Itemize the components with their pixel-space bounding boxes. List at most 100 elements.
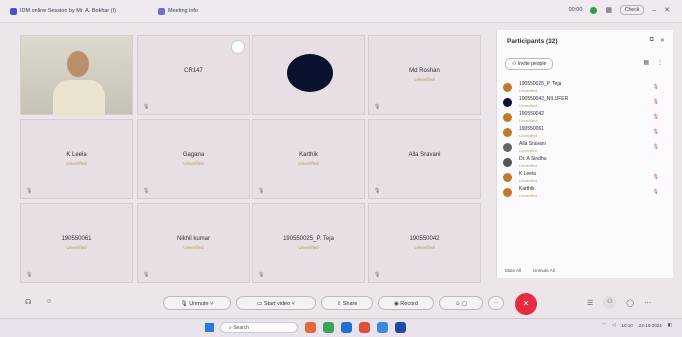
mute-all-button[interactable]: Mute All	[505, 268, 521, 273]
webex-icon	[10, 7, 17, 15]
participant-row[interactable]: 190550042_NILUFER Unverified 🎙	[503, 95, 669, 110]
mic-muted-icon: 🎙	[26, 188, 33, 194]
participant-row[interactable]: K Leela Unverified 🎙	[503, 170, 669, 185]
meeting-tab[interactable]: IDM online Session by Mr. A. Bokhar (I)	[10, 6, 116, 16]
video-tile[interactable]: 190550025_P. Teja Unverified 🎙	[252, 203, 365, 283]
invite-label: Invite people	[517, 61, 547, 67]
clock-date[interactable]: 23-10-2024	[639, 323, 662, 328]
panel-header-icons: ⧉ ✕	[650, 37, 665, 44]
video-tile-host[interactable]	[20, 35, 133, 116]
minimize-button[interactable]: –	[652, 7, 656, 14]
video-tile[interactable]: Karthik Unverified 🎙	[252, 119, 365, 199]
popout-icon[interactable]: ⧉	[650, 37, 654, 44]
mic-muted-icon: 🎙	[258, 188, 265, 194]
video-tile[interactable]	[252, 35, 365, 115]
mic-muted-icon: 🎙	[652, 99, 659, 105]
video-tile[interactable]: Gagana Unverified 🎙	[137, 119, 250, 199]
close-panel-icon[interactable]: ✕	[660, 37, 665, 44]
more-options-button[interactable]: ⋯	[488, 296, 504, 310]
toolbar-left: ☊ ☺	[25, 298, 52, 306]
app-icon[interactable]	[377, 322, 388, 333]
apps-icon: ☺ ▢	[454, 301, 468, 307]
record-button[interactable]: ◉ Record	[378, 296, 434, 310]
video-grid: CR147 🎙 Md Roshan Unverified 🎙 K Leela U…	[20, 35, 482, 286]
taskbar-search[interactable]: ⌕ Search	[220, 322, 298, 333]
app-icon[interactable]	[359, 322, 370, 333]
panel-footer: Mute All Unmute All	[505, 268, 555, 273]
mic-muted-icon: 🎙	[143, 104, 150, 110]
toggle-icon[interactable]	[231, 40, 245, 54]
notification-icon[interactable]: ◧	[668, 322, 672, 328]
mic-muted-icon: 🎙	[143, 188, 150, 194]
video-icon: ▭	[257, 301, 264, 307]
meeting-info-tab[interactable]: Meeting info	[158, 6, 198, 16]
layout-icon[interactable]: ▦	[605, 6, 612, 14]
avatar	[503, 158, 512, 167]
layout-pill[interactable]: Check	[620, 5, 645, 15]
chat-bubble-icon[interactable]: ◯	[626, 299, 634, 307]
clock-time[interactable]: 10:10	[621, 323, 632, 328]
share-label: Share	[342, 301, 358, 307]
chat-icon[interactable]: ☰	[587, 299, 593, 307]
tile-name: CR147	[184, 68, 203, 74]
participants-title: Participants (32)	[507, 38, 558, 45]
grid-icon[interactable]: ▦	[643, 59, 649, 66]
mic-muted-icon: 🎙	[374, 188, 381, 194]
video-tile[interactable]: 190550042 Unverified 🎙	[368, 203, 481, 283]
avatar	[503, 188, 512, 197]
app-icon[interactable]	[305, 322, 316, 333]
participant-row[interactable]: 190550025_P. Teja Unverified 🎙	[503, 80, 669, 95]
audio-connection-icon[interactable]: ☊	[25, 298, 31, 306]
volume-icon[interactable]: ◁	[612, 322, 615, 328]
video-tile[interactable]: CR147 🎙	[137, 35, 250, 115]
info-icon	[158, 7, 165, 15]
start-video-button[interactable]: ▭ Start video ˅	[236, 296, 316, 310]
more-icon: ⋯	[493, 301, 499, 307]
participant-row[interactable]: Alla Sravani Unverified 🎙	[503, 140, 669, 155]
meeting-tab-label: IDM online Session by Mr. A. Bokhar (I)	[20, 8, 116, 14]
wifi-icon[interactable]: ◠	[602, 322, 606, 328]
video-tile[interactable]: K Leela Unverified 🎙	[20, 119, 133, 199]
participant-row[interactable]: Dr. A Sindhu Unverified	[503, 155, 669, 170]
mic-muted-icon: 🎙	[652, 84, 659, 90]
tile-status: Unverified	[183, 245, 204, 250]
invite-people-button[interactable]: ⚇ Invite people	[505, 58, 554, 70]
mic-muted-icon: 🎙	[258, 272, 265, 278]
record-label: Record	[400, 301, 419, 307]
unmute-button[interactable]: 🎙 Unmute ˅	[163, 296, 231, 310]
participant-row[interactable]: 190550061 Unverified 🎙	[503, 125, 669, 140]
video-tile[interactable]: Nikhil kumar Unverified 🎙	[137, 203, 250, 283]
more-icon[interactable]: ⋯	[644, 299, 651, 307]
participant-row[interactable]: Karthik Unverified 🎙	[503, 185, 669, 200]
meeting-toolbar: ☊ ☺ 🎙 Unmute ˅ ▭ Start video ˅ ⇪ Share ◉…	[0, 290, 682, 316]
unmute-all-button[interactable]: Unmute All	[533, 268, 555, 273]
tile-name: Md Roshan	[409, 68, 440, 74]
meeting-timer: 00:00	[568, 7, 583, 13]
tile-status: Unverified	[414, 245, 435, 250]
more-icon[interactable]: ⋮	[657, 59, 663, 66]
end-meeting-button[interactable]: ✕	[515, 293, 537, 315]
video-tile[interactable]: Md Roshan Unverified 🎙	[368, 35, 481, 115]
participants-icon[interactable]: ⚇	[603, 296, 617, 309]
app-icon[interactable]	[323, 322, 334, 333]
taskbar: ⌕ Search ◠ ◁ 10:10 23-10-2024 ◧	[0, 318, 682, 337]
tile-status: Unverified	[298, 161, 319, 166]
video-tile[interactable]: Alla Sravani 🎙	[368, 119, 481, 199]
title-bar-right: 00:00 ▦ Check – ✕	[569, 5, 670, 15]
participant-name: 190550025_P. Teja	[519, 81, 562, 87]
close-window-button[interactable]: ✕	[664, 6, 670, 14]
app-icon[interactable]	[395, 322, 406, 333]
participant-name: 190550061	[519, 126, 545, 132]
participant-row[interactable]: 190550042 Unverified 🎙	[503, 110, 669, 125]
reactions-icon[interactable]: ☺	[45, 298, 52, 306]
video-tile[interactable]: 190550061 Unverified 🎙	[20, 203, 133, 283]
avatar	[503, 98, 512, 107]
apps-button[interactable]: ☺ ▢	[439, 296, 483, 310]
share-button[interactable]: ⇪ Share	[321, 296, 373, 310]
end-icon: ✕	[522, 299, 530, 308]
tile-name: Karthik	[299, 152, 318, 158]
participant-name: K Leela	[519, 171, 536, 177]
windows-start-icon[interactable]	[205, 323, 214, 332]
mic-muted-icon: 🎙	[26, 272, 33, 278]
app-icon[interactable]	[341, 322, 352, 333]
